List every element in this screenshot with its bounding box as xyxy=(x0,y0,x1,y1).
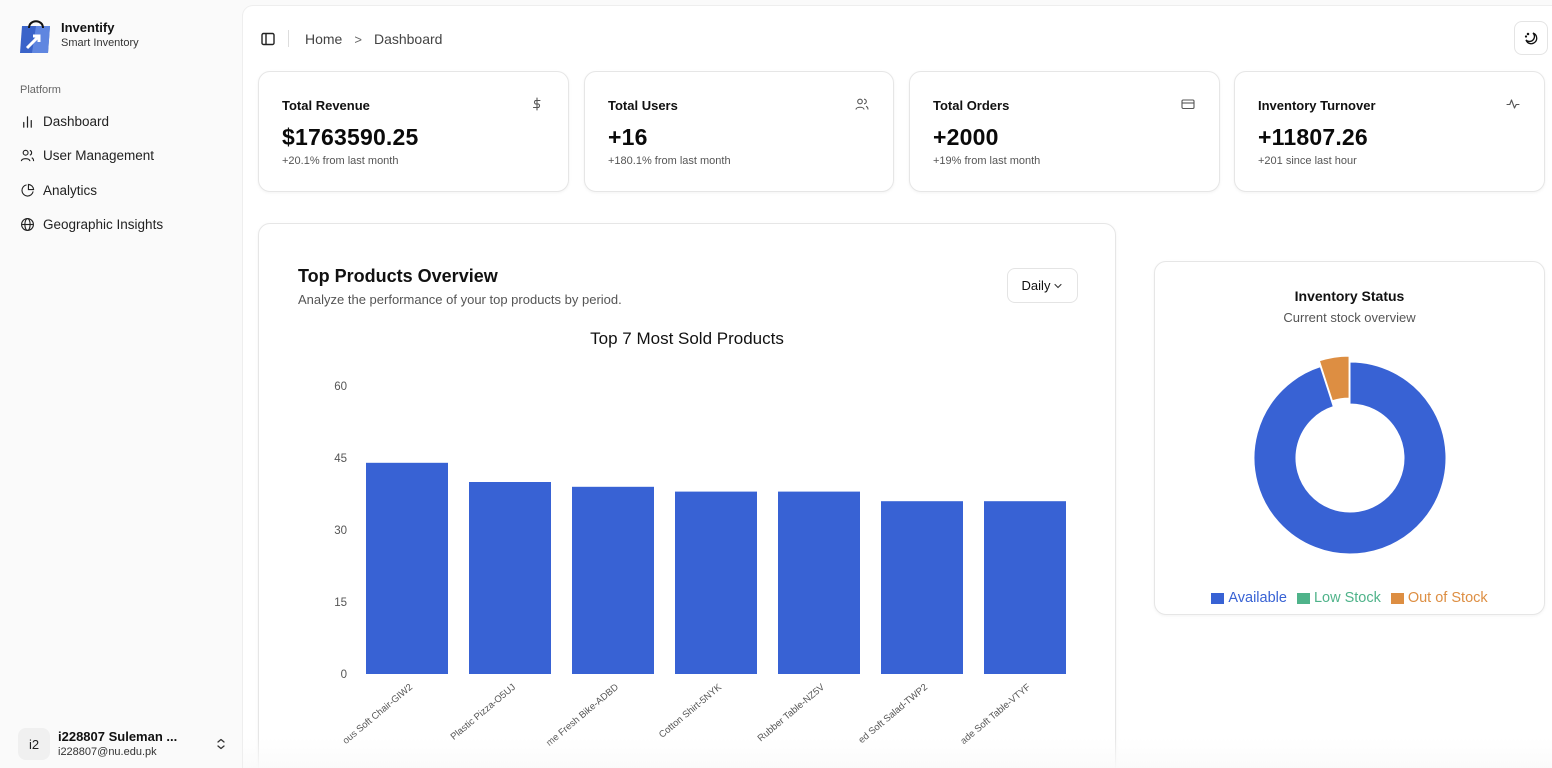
divider xyxy=(288,30,289,47)
breadcrumb-current: Dashboard xyxy=(373,31,443,47)
user-email: i228807@nu.edu.pk xyxy=(58,746,157,758)
x-tick-label: ed Soft Salad-TWP2 xyxy=(857,682,930,746)
y-tick-label: 45 xyxy=(334,453,347,465)
sidebar-item-analytics[interactable]: Analytics xyxy=(12,173,232,208)
legend-label: Out of Stock xyxy=(1407,590,1488,606)
breadcrumb-home[interactable]: Home xyxy=(305,31,342,47)
sidebar-item-label: Geographic Insights xyxy=(43,217,164,233)
app-name: Inventify xyxy=(61,20,115,35)
bar[interactable] xyxy=(469,482,551,674)
users-icon xyxy=(20,149,35,162)
stat-card-revenue: Total Revenue $1763590.25 +20.1% from la… xyxy=(258,71,569,192)
user-menu[interactable]: i2 i228807 Suleman ... i228807@nu.edu.pk xyxy=(18,726,228,762)
main-content: Home > Dashboard Total Revenue $1763590.… xyxy=(243,6,1552,768)
stat-card-users: Total Users +16 +180.1% from last month xyxy=(584,71,894,192)
x-tick-label: ous Soft Chair-GIW2 xyxy=(341,682,415,747)
topbar: Home > Dashboard xyxy=(243,6,1552,72)
y-tick-label: 15 xyxy=(334,597,347,609)
nav-section-label: Platform xyxy=(20,84,61,96)
stat-value: +11807.26 xyxy=(1258,124,1368,150)
stat-change: +201 since last hour xyxy=(1258,155,1357,167)
stat-change: +19% from last month xyxy=(933,155,1041,167)
sidebar-nav: Dashboard User Management Analytics Geog… xyxy=(12,104,232,242)
x-tick-label: me Fresh Bike-ADBD xyxy=(544,682,621,749)
legend-item[interactable]: Out of Stock xyxy=(1390,590,1488,606)
users-icon xyxy=(855,98,869,110)
activity-icon xyxy=(1506,99,1520,109)
bar[interactable] xyxy=(984,501,1066,674)
chevron-right-icon: > xyxy=(354,31,362,47)
breadcrumb: Home > Dashboard xyxy=(305,31,442,47)
sidebar-item-label: Dashboard xyxy=(43,113,110,129)
bar[interactable] xyxy=(778,491,860,674)
sidebar-item-label: Analytics xyxy=(43,182,98,198)
stat-value: +2000 xyxy=(933,124,999,150)
x-tick-label: Plastic Pizza-O5UJ xyxy=(449,682,519,743)
sidebar-toggle-icon[interactable] xyxy=(260,31,276,47)
top-products-card: Top Products Overview Analyze the perfor… xyxy=(258,223,1116,768)
stat-value: +16 xyxy=(608,124,648,150)
legend-item[interactable]: Low Stock xyxy=(1296,590,1381,606)
bar[interactable] xyxy=(572,486,654,674)
chart-legend: Available Low Stock Out of Stock xyxy=(1155,590,1544,606)
chevrons-up-down-icon xyxy=(217,738,225,750)
bar-chart: Top 7 Most Sold Products 0 15 30 45 60 ous So… xyxy=(334,329,1066,749)
bar-chart-icon xyxy=(23,115,32,128)
legend-label: Low Stock xyxy=(1313,590,1381,606)
stat-card-inventory-turnover: Inventory Turnover +11807.26 +201 since … xyxy=(1234,71,1545,192)
x-tick-label: Rubber Table-NZ5V xyxy=(756,681,828,744)
bar[interactable] xyxy=(881,501,963,674)
pie-chart-icon xyxy=(21,183,35,197)
theme-toggle-button[interactable] xyxy=(1514,21,1548,55)
inventify-logo xyxy=(20,20,50,53)
x-tick-label: ade Soft Table-VTYF xyxy=(958,682,1033,747)
credit-card-icon xyxy=(1181,99,1195,110)
y-tick-label: 0 xyxy=(341,669,347,681)
sidebar-item-dashboard[interactable]: Dashboard xyxy=(12,104,232,139)
sidebar-item-label: User Management xyxy=(43,148,155,164)
inventory-status-card: Inventory Status Current stock overview … xyxy=(1154,261,1545,615)
user-name: i228807 Suleman ... xyxy=(58,729,178,744)
dollar-icon xyxy=(532,97,541,111)
brand[interactable]: Inventify Smart Inventory xyxy=(18,16,139,54)
bar[interactable] xyxy=(366,462,448,674)
moon-icon xyxy=(1524,32,1538,45)
legend-label: Available xyxy=(1228,590,1287,606)
sidebar-item-user-management[interactable]: User Management xyxy=(12,139,232,174)
stat-title: Total Orders xyxy=(933,98,1010,113)
globe-icon xyxy=(21,218,34,232)
sidebar: Inventify Smart Inventory Platform Dashb… xyxy=(0,0,242,768)
y-tick-label: 30 xyxy=(334,525,347,537)
donut-chart xyxy=(1253,355,1447,555)
y-tick-label: 60 xyxy=(334,381,347,393)
avatar: i2 xyxy=(18,728,50,760)
stat-change: +180.1% from last month xyxy=(608,155,731,167)
legend-swatch xyxy=(1390,592,1404,604)
legend-swatch xyxy=(1296,592,1310,604)
chart-title: Top 7 Most Sold Products xyxy=(590,329,784,348)
donut-slice[interactable] xyxy=(1253,361,1447,555)
stat-card-orders: Total Orders +2000 +19% from last month xyxy=(909,71,1220,192)
legend-swatch xyxy=(1211,592,1225,604)
app-subtitle: Smart Inventory xyxy=(61,37,139,49)
stat-change: +20.1% from last month xyxy=(282,155,399,167)
stat-title: Total Revenue xyxy=(282,98,370,113)
stat-title: Inventory Turnover xyxy=(1258,98,1376,113)
stat-value: $1763590.25 xyxy=(282,124,419,150)
x-tick-label: Cotton Shirt-5NYK xyxy=(657,681,724,740)
stat-title: Total Users xyxy=(608,98,678,113)
sidebar-item-geographic-insights[interactable]: Geographic Insights xyxy=(12,208,232,243)
legend-item[interactable]: Available xyxy=(1211,590,1287,606)
bar[interactable] xyxy=(675,491,757,674)
